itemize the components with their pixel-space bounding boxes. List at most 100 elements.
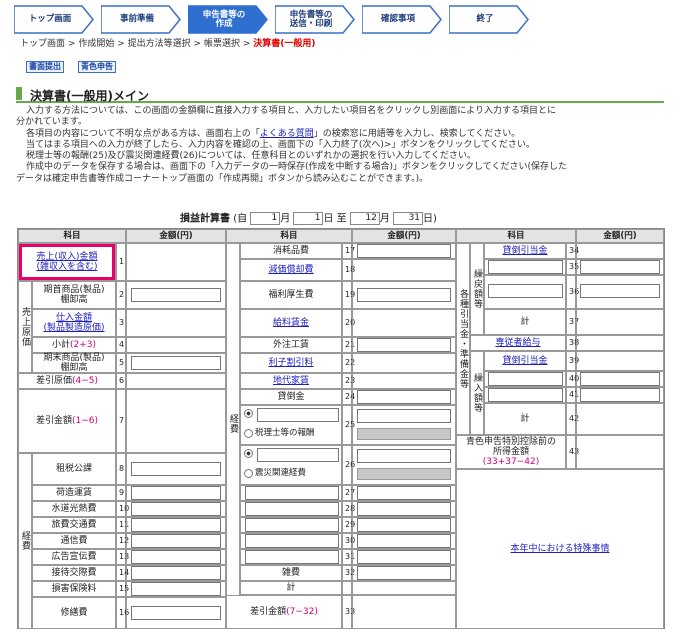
from-month-input[interactable]: 1	[250, 212, 281, 225]
optional-amount-input[interactable]	[580, 388, 660, 402]
communication-input[interactable]	[131, 534, 221, 548]
amount-cell	[352, 405, 456, 445]
travel-input[interactable]	[131, 518, 221, 532]
entertainment-input[interactable]	[131, 566, 221, 580]
keihi-group-label-2: 経費	[226, 243, 240, 603]
radio-selected[interactable]	[244, 409, 253, 418]
allowance-provision-link[interactable]: 貸倒引当金	[502, 356, 547, 366]
interest-link[interactable]: 利子割引料	[268, 358, 313, 368]
optional-name-input[interactable]	[245, 486, 339, 500]
optional-name-input[interactable]	[488, 260, 563, 274]
optional-item-name-26[interactable]	[257, 448, 339, 462]
shipping-input[interactable]	[131, 486, 221, 500]
optional-item-name-25[interactable]	[257, 408, 339, 422]
allowance-reversal-link[interactable]: 貸倒引当金	[502, 246, 547, 256]
radio-unselected[interactable]	[244, 468, 253, 478]
row-label-utilities: 水道光熱費	[32, 501, 116, 517]
depreciation-link[interactable]: 減価償却費	[268, 265, 313, 275]
radio-selected[interactable]	[244, 449, 253, 458]
row-number: 23	[342, 373, 355, 389]
opening-stock-input[interactable]	[131, 288, 221, 302]
optional-item-radio-26[interactable]	[244, 449, 255, 458]
paper-submission-button[interactable]: 書面提出	[26, 61, 64, 73]
amount-cell	[126, 281, 226, 309]
amount-cell	[352, 309, 456, 337]
bad-debt-input[interactable]	[357, 390, 451, 404]
rent-link[interactable]: 地代家賃	[273, 376, 309, 386]
row-label-depreciation[interactable]: 減価償却費	[240, 259, 342, 281]
purchases-link[interactable]: 仕入金額 (製品製造原価)	[43, 313, 104, 333]
utilities-input[interactable]	[131, 502, 221, 516]
optional-name-input[interactable]	[245, 550, 339, 564]
taxes-input[interactable]	[131, 462, 221, 476]
optional-name-input[interactable]	[245, 502, 339, 516]
optional-name-input[interactable]	[488, 372, 563, 386]
header-kingaku-2: 金額(円)	[352, 229, 456, 243]
optional-item-radio-25[interactable]	[244, 409, 255, 418]
special-circumstances-link[interactable]: 本年中における特殊事情	[510, 544, 609, 554]
optional-amount-input[interactable]	[357, 550, 451, 564]
repairs-input[interactable]	[131, 606, 221, 620]
amount-cell	[126, 485, 226, 501]
row-label-allowance-provision[interactable]: 貸倒引当金	[484, 351, 566, 371]
blue-return-button[interactable]: 青色申告	[78, 61, 116, 73]
special-circumstances-cell[interactable]: 本年中における特殊事情	[456, 469, 664, 629]
optional-name-input[interactable]	[245, 534, 339, 548]
advertising-input[interactable]	[131, 550, 221, 564]
optional-amount-input[interactable]	[580, 284, 660, 298]
radio-unselected[interactable]	[244, 428, 253, 438]
row-label-purchases[interactable]: 仕入金額 (製品製造原価)	[32, 309, 116, 337]
optional-name-input[interactable]	[488, 284, 563, 298]
tax-accountant-radio[interactable]: 税理士等の報酬	[244, 428, 315, 438]
row-label-family-salary[interactable]: 専従者給与	[470, 335, 566, 351]
row-label-interest[interactable]: 利子割引料	[240, 353, 342, 373]
optional-row-36	[484, 275, 566, 309]
to-month-input[interactable]: 12	[349, 212, 380, 225]
breadcrumb-item: 提出方法等選択	[127, 39, 191, 49]
optional-amount-input[interactable]	[357, 518, 451, 532]
row-label-communication: 通信費	[32, 533, 116, 549]
optional-name-input[interactable]	[245, 518, 339, 532]
provision-group-label: 繰入額等	[470, 351, 484, 435]
faq-link[interactable]: よくある質問	[260, 129, 314, 139]
optional-amount-input[interactable]	[580, 260, 660, 274]
amount-cell	[352, 595, 456, 629]
amount-cell	[126, 309, 226, 337]
amount-cell	[576, 371, 664, 387]
amount-cell	[576, 243, 664, 259]
optional-amount-input[interactable]	[580, 372, 660, 386]
disaster-radio[interactable]: 震災関連経費	[244, 468, 306, 478]
amount-cell	[576, 351, 664, 371]
welfare-input[interactable]	[357, 288, 451, 302]
row-number: 26	[342, 445, 355, 485]
amount-cell	[352, 353, 456, 373]
to-day-input[interactable]: 31	[393, 212, 424, 225]
amount-cell	[352, 445, 456, 485]
optional-name-input[interactable]	[488, 388, 563, 402]
supplies-input[interactable]	[357, 244, 451, 258]
row-label-rent[interactable]: 地代家賃	[240, 373, 342, 389]
outsourcing-input[interactable]	[357, 338, 451, 352]
misc-input[interactable]	[357, 566, 451, 580]
salaries-link[interactable]: 給料賃金	[273, 318, 309, 328]
row-label-salaries[interactable]: 給料賃金	[240, 309, 342, 337]
row-label-closing-stock: 期末商品(製品) 棚卸高	[32, 353, 116, 373]
amount-cell	[126, 501, 226, 517]
row-number: 21	[342, 337, 355, 353]
amount-cell	[352, 501, 456, 517]
from-day-input[interactable]: 1	[293, 212, 324, 225]
closing-stock-input[interactable]	[131, 356, 221, 370]
net-formula: (7−32)	[286, 607, 318, 617]
row-label-outsourcing: 外注工賃	[240, 337, 342, 353]
row-label-allowance-reversal[interactable]: 貸倒引当金	[484, 243, 566, 259]
optional-amount-input[interactable]	[357, 486, 451, 500]
optional-row-40	[484, 371, 566, 387]
insurance-input[interactable]	[131, 582, 221, 596]
optional-amount-input[interactable]	[357, 502, 451, 516]
family-salary-link[interactable]: 専従者給与	[495, 338, 540, 348]
optional-amount-26[interactable]	[357, 449, 451, 463]
row-number: 41	[566, 387, 579, 403]
optional-amount-input[interactable]	[357, 534, 451, 548]
optional-amount-25[interactable]	[357, 409, 451, 423]
row-label-disaster: 震災関連経費	[240, 445, 342, 485]
